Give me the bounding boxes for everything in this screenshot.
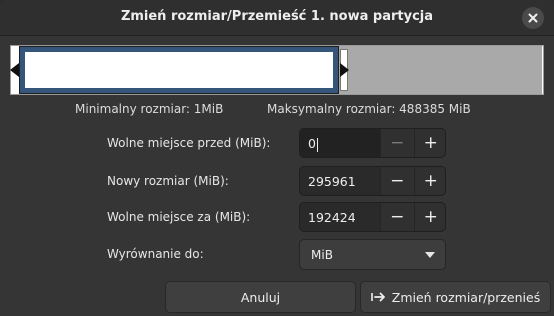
close-icon xyxy=(528,13,538,23)
new-size-input[interactable]: 295961 xyxy=(308,174,356,189)
resize-handle-left[interactable] xyxy=(10,63,19,77)
free-before-value: 0 xyxy=(308,136,316,151)
partition-free-space xyxy=(338,46,542,94)
resize-handle-right[interactable] xyxy=(340,63,349,77)
free-before-decrement-button[interactable]: − xyxy=(380,129,414,157)
cancel-button[interactable]: Anuluj xyxy=(165,281,356,313)
new-size-label: Nowy rozmiar (MiB): xyxy=(107,174,229,188)
new-size-spinner[interactable]: 295961 − + xyxy=(299,166,446,196)
align-dropdown[interactable]: MiB xyxy=(299,239,446,270)
align-label: Wyrównanie do: xyxy=(107,247,204,261)
free-after-increment-button[interactable]: + xyxy=(413,203,445,231)
arrow-right-icon xyxy=(370,291,387,303)
resize-move-button[interactable]: Zmień rozmiar/przenieś xyxy=(360,281,551,313)
new-size-decrement-button[interactable]: − xyxy=(380,167,414,195)
resize-move-dialog: Zmień rozmiar/Przemieść 1. nowa partycja… xyxy=(0,0,554,316)
partition-block[interactable] xyxy=(19,46,339,94)
chevron-down-icon xyxy=(425,252,435,258)
partition-bar[interactable] xyxy=(10,45,544,95)
close-button[interactable] xyxy=(522,7,544,29)
free-before-increment-button[interactable]: + xyxy=(413,129,445,157)
free-after-input[interactable]: 192424 xyxy=(308,210,356,225)
free-after-spinner[interactable]: 192424 − + xyxy=(299,202,446,232)
free-after-decrement-button[interactable]: − xyxy=(380,203,414,231)
cancel-button-label: Anuluj xyxy=(240,289,281,305)
free-before-input[interactable]: 0 xyxy=(308,136,318,152)
resize-move-button-label: Zmień rozmiar/przenieś xyxy=(391,289,541,305)
titlebar: Zmień rozmiar/Przemieść 1. nowa partycja xyxy=(0,0,554,36)
min-size-label: Minimalny rozmiar: 1MiB xyxy=(75,102,224,116)
align-dropdown-value: MiB xyxy=(311,248,333,262)
free-before-spinner[interactable]: 0 − + xyxy=(299,128,446,158)
new-size-increment-button[interactable]: + xyxy=(413,167,445,195)
free-before-label: Wolne miejsce przed (MiB): xyxy=(107,136,271,150)
free-after-label: Wolne miejsce za (MiB): xyxy=(107,210,251,224)
dialog-title: Zmień rozmiar/Przemieść 1. nowa partycja xyxy=(120,9,434,24)
max-size-label: Maksymalny rozmiar: 488385 MiB xyxy=(267,102,471,116)
text-caret xyxy=(316,137,318,152)
